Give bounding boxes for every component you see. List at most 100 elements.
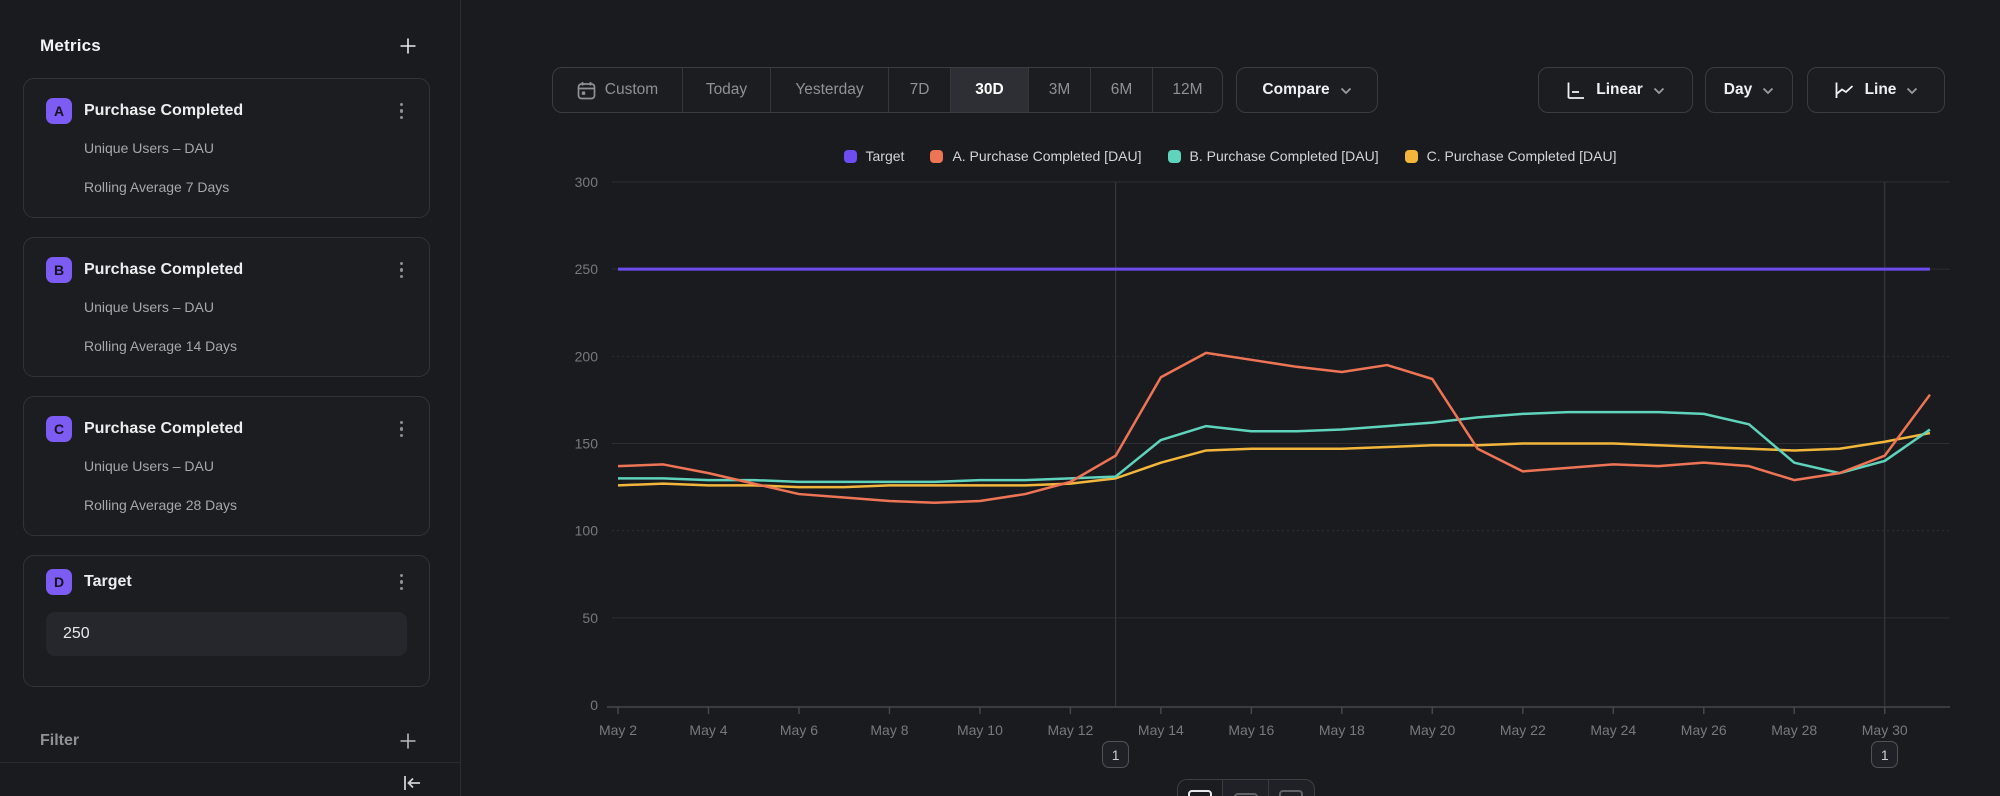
metric-badge: A bbox=[46, 98, 72, 124]
layout-option-1[interactable] bbox=[1178, 780, 1223, 796]
metric-title: Purchase Completed bbox=[84, 420, 396, 438]
range-today[interactable]: Today bbox=[683, 68, 771, 112]
x-axis-label: May 8 bbox=[870, 722, 908, 738]
metric-measure: Unique Users – DAU bbox=[84, 457, 407, 475]
grid-panel-icon bbox=[1279, 790, 1303, 796]
metric-card-a[interactable]: A Purchase Completed Unique Users – DAU … bbox=[23, 78, 430, 218]
range-3m[interactable]: 3M bbox=[1029, 68, 1091, 112]
target-value-input[interactable] bbox=[46, 612, 407, 656]
series-A. Purchase Completed [DAU][interactable] bbox=[618, 353, 1930, 503]
chevron-down-icon bbox=[1653, 87, 1665, 95]
y-axis-label: 50 bbox=[582, 610, 598, 626]
line-chart-icon bbox=[1834, 81, 1855, 100]
metrics-header: Metrics bbox=[40, 32, 420, 60]
range-label: Yesterday bbox=[795, 81, 863, 99]
granularity-label: Day bbox=[1724, 81, 1752, 99]
x-axis-label: May 26 bbox=[1681, 722, 1727, 738]
target-badge: D bbox=[46, 569, 72, 595]
x-axis-label: May 28 bbox=[1771, 722, 1817, 738]
single-panel-icon bbox=[1188, 790, 1212, 796]
filter-section-header: Filter bbox=[0, 719, 460, 763]
metric-rolling-average: Rolling Average 28 Days bbox=[84, 496, 407, 514]
metric-menu-button[interactable] bbox=[396, 99, 408, 124]
x-axis-label: May 12 bbox=[1047, 722, 1093, 738]
x-axis-label: May 18 bbox=[1319, 722, 1365, 738]
add-metric-button[interactable] bbox=[396, 34, 420, 58]
y-axis-label: 300 bbox=[575, 174, 599, 190]
range-custom[interactable]: Custom bbox=[553, 68, 683, 112]
metric-title: Purchase Completed bbox=[84, 102, 396, 120]
linear-axis-icon bbox=[1566, 81, 1586, 100]
x-axis-label: May 24 bbox=[1590, 722, 1636, 738]
target-title: Target bbox=[84, 573, 396, 591]
filter-title: Filter bbox=[40, 732, 79, 750]
x-axis-label: May 10 bbox=[957, 722, 1003, 738]
x-axis-label: May 30 bbox=[1862, 722, 1908, 738]
x-axis-label: May 20 bbox=[1409, 722, 1455, 738]
layout-option-3[interactable] bbox=[1269, 780, 1314, 796]
y-axis-label: 250 bbox=[575, 261, 599, 277]
range-30d[interactable]: 30D bbox=[951, 68, 1029, 112]
chevron-down-icon bbox=[1906, 87, 1918, 95]
metric-card-header: C Purchase Completed bbox=[46, 415, 407, 443]
metric-card-header: A Purchase Completed bbox=[46, 97, 407, 125]
range-yesterday[interactable]: Yesterday bbox=[771, 68, 889, 112]
x-axis-label: May 14 bbox=[1138, 722, 1184, 738]
metric-badge: C bbox=[46, 416, 72, 442]
range-label: 12M bbox=[1172, 81, 1202, 99]
metric-badge: B bbox=[46, 257, 72, 283]
y-axis-label: 200 bbox=[575, 348, 599, 364]
range-6m[interactable]: 6M bbox=[1091, 68, 1153, 112]
plus-icon bbox=[399, 732, 417, 750]
layout-option-2[interactable] bbox=[1223, 780, 1268, 796]
collapse-sidebar-button[interactable] bbox=[400, 771, 424, 795]
metric-menu-button[interactable] bbox=[396, 417, 408, 442]
plus-icon bbox=[399, 37, 417, 55]
range-label: 30D bbox=[975, 81, 1003, 99]
chevron-down-icon bbox=[1762, 87, 1774, 95]
sidebar-bottom: Filter bbox=[0, 719, 460, 796]
compare-label: Compare bbox=[1262, 81, 1329, 99]
metric-menu-button[interactable] bbox=[396, 258, 408, 283]
metric-card-c[interactable]: C Purchase Completed Unique Users – DAU … bbox=[23, 396, 430, 536]
range-12m[interactable]: 12M bbox=[1153, 68, 1222, 112]
date-range-control: Custom Today Yesterday 7D 30D 3M 6M 12M bbox=[552, 67, 1223, 113]
range-7d[interactable]: 7D bbox=[889, 68, 951, 112]
metric-rolling-average: Rolling Average 7 Days bbox=[84, 178, 407, 196]
range-label: 3M bbox=[1049, 81, 1071, 99]
add-filter-button[interactable] bbox=[396, 729, 420, 753]
range-label: Custom bbox=[605, 81, 658, 99]
range-label: 7D bbox=[910, 81, 930, 99]
target-menu-button[interactable] bbox=[396, 570, 408, 595]
metric-measure: Unique Users – DAU bbox=[84, 298, 407, 316]
metrics-sidebar: Metrics A Purchase Completed Unique User… bbox=[0, 0, 461, 796]
range-label: 6M bbox=[1111, 81, 1133, 99]
calendar-icon bbox=[577, 81, 596, 100]
x-axis-label: May 22 bbox=[1500, 722, 1546, 738]
target-card[interactable]: D Target bbox=[23, 555, 430, 687]
chevron-down-icon bbox=[1340, 87, 1352, 95]
x-axis-label: May 6 bbox=[780, 722, 818, 738]
collapse-left-icon bbox=[401, 774, 423, 792]
target-card-header: D Target bbox=[46, 568, 407, 596]
chart-type-select[interactable]: Line bbox=[1807, 67, 1945, 113]
metric-card-header: B Purchase Completed bbox=[46, 256, 407, 284]
line-chart[interactable]: 050100150200250300May 2May 4May 6May 8Ma… bbox=[470, 130, 1990, 750]
metric-card-b[interactable]: B Purchase Completed Unique Users – DAU … bbox=[23, 237, 430, 377]
compare-button[interactable]: Compare bbox=[1236, 67, 1378, 113]
range-label: Today bbox=[706, 81, 747, 99]
series-C. Purchase Completed [DAU][interactable] bbox=[618, 433, 1930, 487]
metric-rolling-average: Rolling Average 14 Days bbox=[84, 337, 407, 355]
scale-label: Linear bbox=[1596, 81, 1643, 99]
chart-panel: Custom Today Yesterday 7D 30D 3M 6M 12M … bbox=[461, 0, 2000, 796]
granularity-select[interactable]: Day bbox=[1705, 67, 1793, 113]
metric-measure: Unique Users – DAU bbox=[84, 139, 407, 157]
sidebar-collapse-row bbox=[0, 763, 460, 796]
chart-type-label: Line bbox=[1865, 81, 1897, 99]
annotation-badge[interactable]: 1 bbox=[1871, 741, 1898, 768]
metric-title: Purchase Completed bbox=[84, 261, 396, 279]
annotation-badge[interactable]: 1 bbox=[1102, 741, 1129, 768]
scale-select[interactable]: Linear bbox=[1538, 67, 1693, 113]
metrics-title: Metrics bbox=[40, 36, 101, 56]
y-axis-label: 0 bbox=[590, 697, 598, 713]
